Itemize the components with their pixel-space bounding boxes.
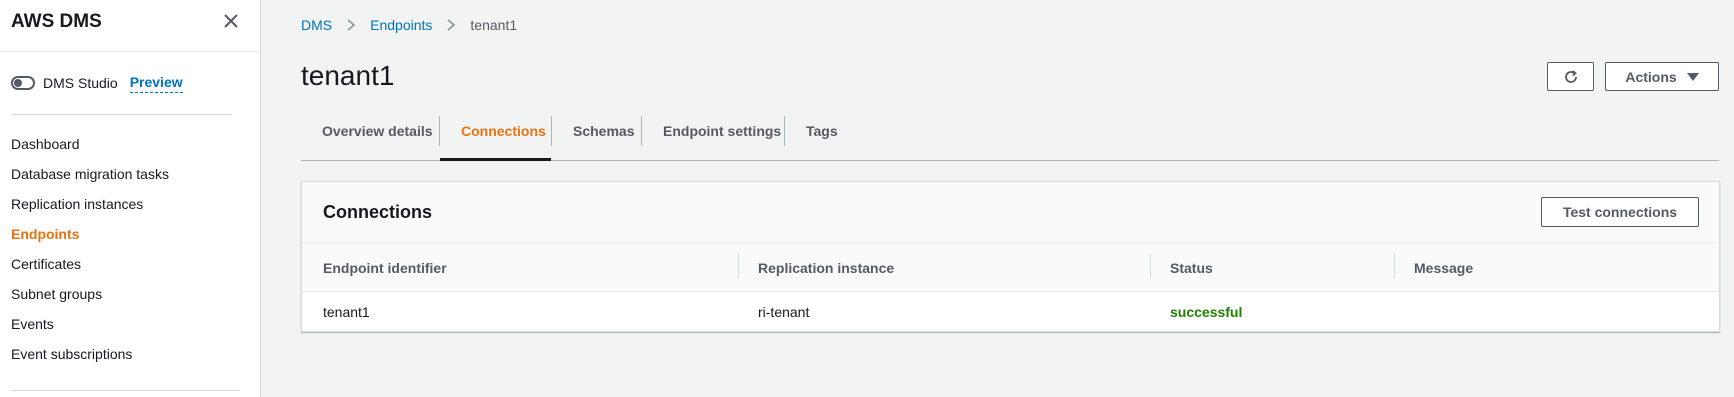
tab-endpoint-settings[interactable]: Endpoint settings [642,114,802,160]
chevron-right-icon [447,19,456,31]
sidebar-item-endpoints[interactable]: Endpoints [11,226,169,256]
column-separator [1394,254,1395,278]
sidebar-header: AWS DMS [11,11,241,33]
actions-label: Actions [1625,68,1677,85]
sidebar-title: AWS DMS [11,11,102,32]
breadcrumb-endpoints[interactable]: Endpoints [370,17,432,33]
sidebar-item-replication-instances[interactable]: Replication instances [11,196,169,226]
status-badge: successful [1170,304,1243,320]
sidebar-item-dashboard[interactable]: Dashboard [11,136,169,166]
tab-connections[interactable]: Connections [440,114,551,161]
sidebar-divider [11,114,232,115]
preview-link[interactable]: Preview [129,74,183,93]
sidebar-item-event-subscriptions[interactable]: Event subscriptions [11,346,169,376]
caret-down-icon [1686,72,1699,81]
connections-title: Connections [323,202,433,222]
connections-panel-header: Connections Test connections [302,182,1719,243]
column-header-message[interactable]: Message [1414,260,1473,276]
sidebar-nav: Dashboard Database migration tasks Repli… [11,136,169,376]
tab-overview-details[interactable]: Overview details [301,114,454,160]
table-header: Endpoint identifier Replication instance… [302,243,1719,292]
tab-schemas[interactable]: Schemas [552,114,655,160]
sidebar-item-events[interactable]: Events [11,316,169,346]
sidebar-header-divider [0,51,260,52]
actions-button[interactable]: Actions [1605,62,1719,91]
main-content: DMS Endpoints tenant1 tenant1 Actions Ov… [262,0,1734,397]
sidebar-item-database-migration-tasks[interactable]: Database migration tasks [11,166,169,196]
sidebar-item-subnet-groups[interactable]: Subnet groups [11,286,169,316]
column-header-endpoint-identifier[interactable]: Endpoint identifier [323,260,447,276]
dms-studio-row: DMS Studio Preview [11,74,183,93]
page-title: tenant1 [301,60,395,91]
connections-panel: Connections Test connections Endpoint id… [301,181,1720,332]
cell-replication-instance: ri-tenant [758,304,810,320]
tabs: Overview details Connections Schemas End… [301,114,1719,161]
cell-endpoint-identifier: tenant1 [323,304,370,320]
tab-tags[interactable]: Tags [785,114,859,160]
column-header-status[interactable]: Status [1170,260,1213,276]
breadcrumb-current: tenant1 [470,17,518,33]
column-separator [738,254,739,278]
test-connections-button[interactable]: Test connections [1541,197,1699,227]
refresh-icon [1564,69,1577,83]
sidebar: AWS DMS DMS Studio Preview Dashboard Dat… [0,0,261,397]
refresh-button[interactable] [1547,62,1594,91]
dms-studio-toggle[interactable] [11,76,35,90]
breadcrumb: DMS Endpoints tenant1 [301,17,517,33]
dms-studio-label: DMS Studio [43,75,118,91]
breadcrumb-dms[interactable]: DMS [301,17,332,33]
sidebar-divider-bottom [11,390,240,391]
close-icon[interactable] [221,11,241,31]
column-header-replication-instance[interactable]: Replication instance [758,260,894,276]
chevron-right-icon [347,19,356,31]
table-row: tenant1 ri-tenant successful [302,292,1719,331]
column-separator [1150,254,1151,278]
sidebar-item-certificates[interactable]: Certificates [11,256,169,286]
